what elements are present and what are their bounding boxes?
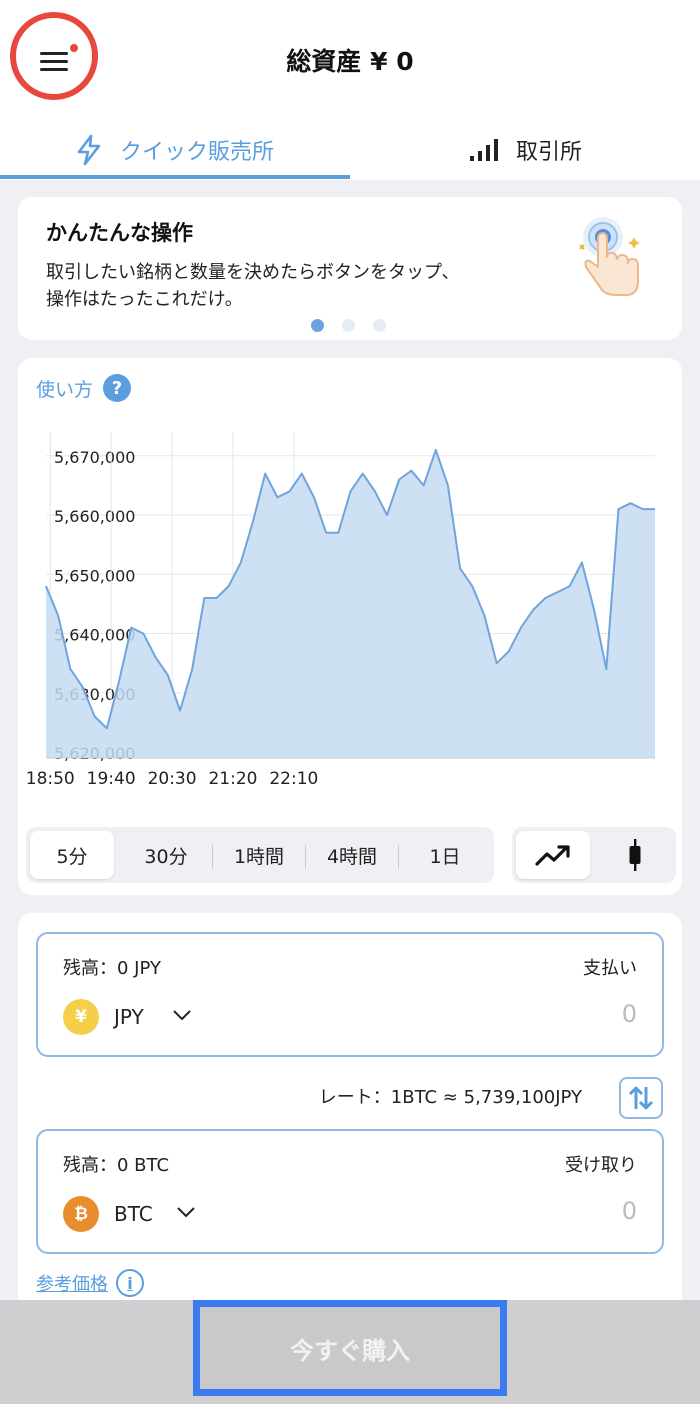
price-area-series (46, 449, 655, 758)
carousel-dot[interactable] (311, 319, 324, 332)
tab-exchange[interactable]: 取引所 (350, 120, 700, 180)
app-header: 総資産 ¥ 0 (0, 0, 700, 120)
chevron-down-icon[interactable] (176, 1205, 196, 1219)
intro-text-line: 取引したい銘柄と数量を決めたらボタンをタップ、 (46, 262, 460, 283)
intro-text-line: 操作はたったこれだけ。 (46, 289, 243, 310)
intro-title: かんたんな操作 (46, 221, 193, 245)
time-range-selector: 5分 30分 1時間 4時間 1日 (26, 827, 494, 883)
carousel-dot[interactable] (373, 319, 386, 332)
howto-label: 使い方 (36, 378, 94, 401)
swap-button[interactable] (619, 1077, 663, 1119)
range-1d-button[interactable]: 1日 (399, 831, 491, 879)
reference-price-link[interactable]: 参考価格 i (36, 1269, 144, 1297)
tab-quick-sales[interactable]: クイック販売所 (0, 120, 350, 180)
candlestick-chart-button[interactable] (598, 831, 672, 879)
receive-amount-input[interactable]: 0 (622, 1197, 637, 1225)
x-tick-label: 20:30 (148, 769, 197, 789)
x-tick-label: 22:10 (269, 769, 318, 789)
tab-label: 取引所 (515, 140, 582, 165)
question-mark-icon: ? (103, 374, 132, 402)
swap-arrows-icon (628, 1086, 654, 1110)
receive-currency-select[interactable]: BTC (114, 1202, 153, 1226)
exchange-rate: レート：1BTC ≈ 5,739,100JPY (318, 1087, 582, 1108)
active-tab-indicator (0, 175, 350, 179)
pay-field[interactable]: 残高：0 JPY 支払い ¥ JPY 0 (36, 932, 664, 1057)
howto-link[interactable]: 使い方 ? (36, 374, 132, 402)
pay-currency-select[interactable]: JPY (114, 1005, 144, 1029)
line-chart-button[interactable] (516, 831, 590, 879)
range-30min-button[interactable]: 30分 (120, 831, 212, 879)
tab-label: クイック販売所 (119, 140, 274, 165)
carousel-dot[interactable] (342, 319, 355, 332)
receive-label: 受け取り (565, 1155, 637, 1176)
reference-price-label: 参考価格 (36, 1274, 108, 1295)
chart-type-selector (512, 827, 676, 883)
buy-now-button[interactable]: 今すぐ購入 (193, 1300, 507, 1396)
candlestick-icon (629, 839, 641, 871)
price-chart: 5,670,0005,660,0005,650,0005,640,0005,63… (26, 432, 655, 789)
intro-carousel-card[interactable]: かんたんな操作 取引したい銘柄と数量を決めたらボタンをタップ、 操作はたったこれ… (18, 197, 682, 340)
bottom-action-bar: 今すぐ購入 (0, 1300, 700, 1404)
price-chart-card: 5,670,000 5,660,000 5,650,000 5,640,000 5,63… (18, 358, 682, 895)
pay-balance: 残高：0 JPY (63, 958, 161, 979)
range-4h-button[interactable]: 4時間 (306, 831, 398, 879)
pay-label: 支払い (583, 958, 637, 979)
tap-hand-icon (576, 215, 646, 305)
range-5min-button[interactable]: 5分 (30, 831, 114, 879)
carousel-pagination[interactable] (311, 319, 386, 332)
total-assets: 総資産 ¥ 0 (286, 47, 414, 76)
y-tick-label: 5,670,000 (54, 448, 135, 467)
x-tick-label: 19:40 (87, 769, 136, 789)
y-tick-label: 5,660,000 (54, 507, 135, 526)
receive-balance: 残高：0 BTC (63, 1155, 170, 1176)
range-1h-button[interactable]: 1時間 (213, 831, 305, 879)
pay-amount-input[interactable]: 0 (622, 1000, 637, 1028)
chevron-down-icon[interactable] (172, 1008, 192, 1022)
receive-field[interactable]: 残高：0 BTC 受け取り ₿ BTC 0 (36, 1129, 664, 1254)
x-tick-label: 18:50 (26, 769, 75, 789)
lightning-icon (76, 134, 102, 166)
yen-coin-icon: ¥ (63, 999, 99, 1035)
line-chart-icon (535, 845, 570, 866)
x-tick-label: 21:20 (208, 769, 257, 789)
signal-bars-icon (468, 138, 498, 162)
bitcoin-coin-icon: ₿ (63, 1196, 99, 1232)
y-tick-label: 5,640,000 (54, 626, 135, 645)
trade-form-card: 残高：0 JPY 支払い ¥ JPY 0 レート：1BTC ≈ 5,739,10… (18, 913, 682, 1313)
y-tick-label: 5,650,000 (54, 566, 135, 585)
info-icon: i (116, 1269, 144, 1297)
